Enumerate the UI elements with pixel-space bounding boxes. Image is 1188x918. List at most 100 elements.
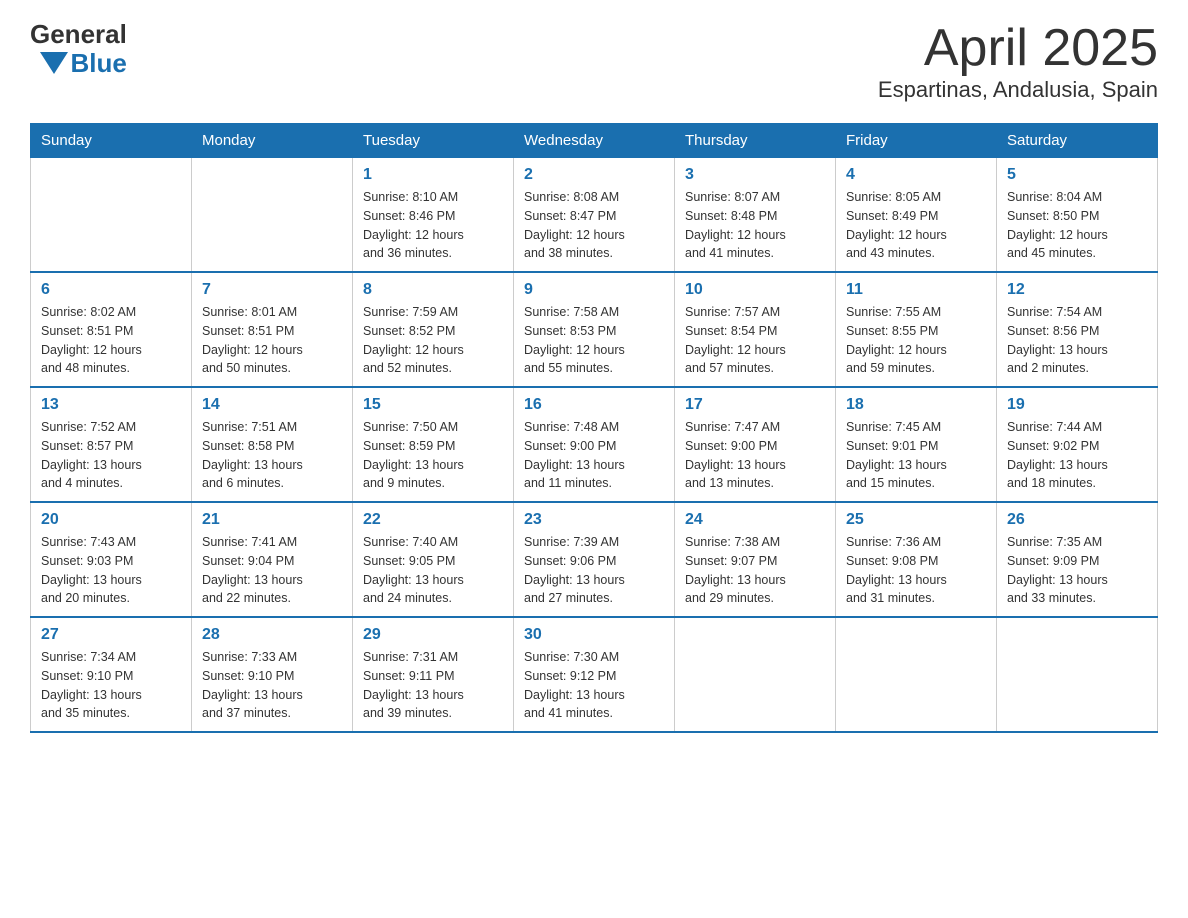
page-subtitle: Espartinas, Andalusia, Spain — [878, 77, 1158, 103]
calendar-cell: 22 Sunrise: 7:40 AM Sunset: 9:05 PM Dayli… — [353, 502, 514, 617]
header-sunday: Sunday — [31, 124, 192, 158]
day-info: Sunrise: 7:31 AM Sunset: 9:11 PM Dayligh… — [363, 648, 503, 723]
day-number: 11 — [846, 281, 986, 299]
logo-icon — [40, 52, 68, 74]
day-number: 8 — [363, 281, 503, 299]
day-info: Sunrise: 7:36 AM Sunset: 9:08 PM Dayligh… — [846, 533, 986, 608]
calendar-cell: 12 Sunrise: 7:54 AM Sunset: 8:56 PM Dayli… — [997, 272, 1158, 387]
calendar-cell: 9 Sunrise: 7:58 AM Sunset: 8:53 PM Daylig… — [514, 272, 675, 387]
day-info: Sunrise: 7:55 AM Sunset: 8:55 PM Dayligh… — [846, 303, 986, 378]
day-info: Sunrise: 8:02 AM Sunset: 8:51 PM Dayligh… — [41, 303, 181, 378]
calendar-cell: 13 Sunrise: 7:52 AM Sunset: 8:57 PM Dayli… — [31, 387, 192, 502]
day-number: 21 — [202, 511, 342, 529]
calendar-cell: 30Sunrise: 7:30 AM Sunset: 9:12 PM Dayli… — [514, 617, 675, 732]
calendar-cell — [192, 158, 353, 273]
day-number: 20 — [41, 511, 181, 529]
calendar-week-row: 1 Sunrise: 8:10 AM Sunset: 8:46 PM Daylig… — [31, 158, 1158, 273]
day-info: Sunrise: 7:43 AM Sunset: 9:03 PM Dayligh… — [41, 533, 181, 608]
calendar-week-row: 20 Sunrise: 7:43 AM Sunset: 9:03 PM Dayli… — [31, 502, 1158, 617]
calendar-cell: 19 Sunrise: 7:44 AM Sunset: 9:02 PM Dayli… — [997, 387, 1158, 502]
day-info: Sunrise: 7:39 AM Sunset: 9:06 PM Dayligh… — [524, 533, 664, 608]
calendar-cell — [997, 617, 1158, 732]
day-info: Sunrise: 7:44 AM Sunset: 9:02 PM Dayligh… — [1007, 418, 1147, 493]
day-number: 3 — [685, 166, 825, 184]
day-number: 12 — [1007, 281, 1147, 299]
calendar-cell: 21 Sunrise: 7:41 AM Sunset: 9:04 PM Dayli… — [192, 502, 353, 617]
calendar-cell: 4 Sunrise: 8:05 AM Sunset: 8:49 PM Daylig… — [836, 158, 997, 273]
day-number: 29 — [363, 626, 503, 644]
calendar-cell: 7 Sunrise: 8:01 AM Sunset: 8:51 PM Daylig… — [192, 272, 353, 387]
day-info: Sunrise: 8:04 AM Sunset: 8:50 PM Dayligh… — [1007, 188, 1147, 263]
calendar-cell: 23Sunrise: 7:39 AM Sunset: 9:06 PM Dayli… — [514, 502, 675, 617]
day-info: Sunrise: 7:33 AM Sunset: 9:10 PM Dayligh… — [202, 648, 342, 723]
day-info: Sunrise: 7:45 AM Sunset: 9:01 PM Dayligh… — [846, 418, 986, 493]
calendar-cell: 10Sunrise: 7:57 AM Sunset: 8:54 PM Dayli… — [675, 272, 836, 387]
logo-blue: Blue — [70, 49, 126, 78]
calendar-cell — [675, 617, 836, 732]
day-info: Sunrise: 7:38 AM Sunset: 9:07 PM Dayligh… — [685, 533, 825, 608]
day-number: 16 — [524, 396, 664, 414]
header-thursday: Thursday — [675, 124, 836, 158]
day-info: Sunrise: 7:30 AM Sunset: 9:12 PM Dayligh… — [524, 648, 664, 723]
day-info: Sunrise: 7:47 AM Sunset: 9:00 PM Dayligh… — [685, 418, 825, 493]
day-number: 2 — [524, 166, 664, 184]
day-number: 6 — [41, 281, 181, 299]
calendar-cell: 1 Sunrise: 8:10 AM Sunset: 8:46 PM Daylig… — [353, 158, 514, 273]
title-block: April 2025 Espartinas, Andalusia, Spain — [878, 20, 1158, 103]
day-number: 27 — [41, 626, 181, 644]
day-number: 13 — [41, 396, 181, 414]
day-info: Sunrise: 7:34 AM Sunset: 9:10 PM Dayligh… — [41, 648, 181, 723]
day-number: 4 — [846, 166, 986, 184]
calendar-cell: 14Sunrise: 7:51 AM Sunset: 8:58 PM Dayli… — [192, 387, 353, 502]
day-info: Sunrise: 7:59 AM Sunset: 8:52 PM Dayligh… — [363, 303, 503, 378]
day-info: Sunrise: 7:54 AM Sunset: 8:56 PM Dayligh… — [1007, 303, 1147, 378]
page-header: General Blue April 2025 Espartinas, Anda… — [30, 20, 1158, 103]
day-info: Sunrise: 7:52 AM Sunset: 8:57 PM Dayligh… — [41, 418, 181, 493]
calendar-cell: 8 Sunrise: 7:59 AM Sunset: 8:52 PM Daylig… — [353, 272, 514, 387]
calendar-cell: 20 Sunrise: 7:43 AM Sunset: 9:03 PM Dayli… — [31, 502, 192, 617]
header-friday: Friday — [836, 124, 997, 158]
day-number: 18 — [846, 396, 986, 414]
calendar-cell: 11 Sunrise: 7:55 AM Sunset: 8:55 PM Dayli… — [836, 272, 997, 387]
day-number: 10 — [685, 281, 825, 299]
day-info: Sunrise: 7:50 AM Sunset: 8:59 PM Dayligh… — [363, 418, 503, 493]
day-info: Sunrise: 8:07 AM Sunset: 8:48 PM Dayligh… — [685, 188, 825, 263]
header-monday: Monday — [192, 124, 353, 158]
header-wednesday: Wednesday — [514, 124, 675, 158]
calendar-cell — [836, 617, 997, 732]
day-number: 26 — [1007, 511, 1147, 529]
day-info: Sunrise: 7:58 AM Sunset: 8:53 PM Dayligh… — [524, 303, 664, 378]
calendar-cell: 5Sunrise: 8:04 AM Sunset: 8:50 PM Daylig… — [997, 158, 1158, 273]
calendar-cell: 6 Sunrise: 8:02 AM Sunset: 8:51 PM Daylig… — [31, 272, 192, 387]
calendar-cell — [31, 158, 192, 273]
day-info: Sunrise: 7:40 AM Sunset: 9:05 PM Dayligh… — [363, 533, 503, 608]
calendar-cell: 15 Sunrise: 7:50 AM Sunset: 8:59 PM Dayli… — [353, 387, 514, 502]
calendar-week-row: 13 Sunrise: 7:52 AM Sunset: 8:57 PM Dayli… — [31, 387, 1158, 502]
header-saturday: Saturday — [997, 124, 1158, 158]
day-number: 22 — [363, 511, 503, 529]
day-info: Sunrise: 8:08 AM Sunset: 8:47 PM Dayligh… — [524, 188, 664, 263]
logo-general: General — [30, 20, 127, 49]
calendar-cell: 27 Sunrise: 7:34 AM Sunset: 9:10 PM Dayli… — [31, 617, 192, 732]
day-number: 25 — [846, 511, 986, 529]
day-number: 19 — [1007, 396, 1147, 414]
day-number: 1 — [363, 166, 503, 184]
day-info: Sunrise: 7:41 AM Sunset: 9:04 PM Dayligh… — [202, 533, 342, 608]
calendar-cell: 16Sunrise: 7:48 AM Sunset: 9:00 PM Dayli… — [514, 387, 675, 502]
calendar-cell: 28 Sunrise: 7:33 AM Sunset: 9:10 PM Dayli… — [192, 617, 353, 732]
day-info: Sunrise: 8:05 AM Sunset: 8:49 PM Dayligh… — [846, 188, 986, 263]
calendar-cell: 25 Sunrise: 7:36 AM Sunset: 9:08 PM Dayli… — [836, 502, 997, 617]
day-number: 7 — [202, 281, 342, 299]
day-number: 28 — [202, 626, 342, 644]
day-info: Sunrise: 8:01 AM Sunset: 8:51 PM Dayligh… — [202, 303, 342, 378]
day-number: 14 — [202, 396, 342, 414]
calendar-cell: 3 Sunrise: 8:07 AM Sunset: 8:48 PM Daylig… — [675, 158, 836, 273]
calendar-cell: 18 Sunrise: 7:45 AM Sunset: 9:01 PM Dayli… — [836, 387, 997, 502]
calendar-cell: 17Sunrise: 7:47 AM Sunset: 9:00 PM Dayli… — [675, 387, 836, 502]
day-number: 15 — [363, 396, 503, 414]
calendar-cell: 26 Sunrise: 7:35 AM Sunset: 9:09 PM Dayli… — [997, 502, 1158, 617]
day-info: Sunrise: 8:10 AM Sunset: 8:46 PM Dayligh… — [363, 188, 503, 263]
logo: General Blue — [30, 20, 127, 77]
day-info: Sunrise: 7:35 AM Sunset: 9:09 PM Dayligh… — [1007, 533, 1147, 608]
day-number: 9 — [524, 281, 664, 299]
